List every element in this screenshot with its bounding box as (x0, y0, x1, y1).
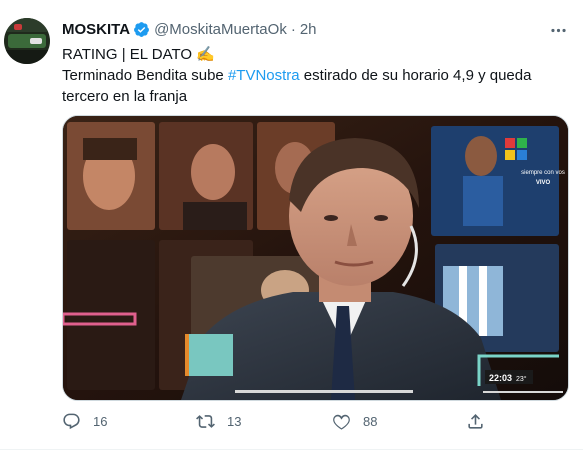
avatar-art (4, 18, 50, 32)
tv-broadcast-frame: siempre con vos VIVO 22:03 23° (63, 116, 568, 400)
share-icon (468, 413, 483, 429)
user-handle[interactable]: @MoskitaMuertaOk (154, 21, 287, 38)
tweet[interactable]: MOSKITA @MoskitaMuertaOk · 2h RATING | E… (0, 0, 583, 450)
verified-badge-icon (134, 21, 149, 37)
separator-dot: · (290, 20, 296, 38)
tweet-text-fragment: Terminado Bendita sube (62, 67, 228, 84)
tweet-text: RATING | EL DATO ✍️ Terminado Bendita su… (62, 44, 562, 107)
retweet-icon (196, 414, 215, 428)
tweet-header: MOSKITA @MoskitaMuertaOk · 2h (62, 18, 317, 40)
reply-count: 16 (93, 413, 108, 429)
tweet-actions: 16 13 88 (62, 410, 542, 432)
avatar-art (30, 38, 42, 44)
broadcast-temperature: 23° (516, 375, 527, 383)
tweet-text-line: tercero en la franja (62, 88, 188, 105)
retweet-count: 13 (227, 413, 242, 429)
like-button[interactable]: 88 (332, 410, 377, 432)
avatar-art (14, 24, 22, 30)
tweet-media-image[interactable]: siempre con vos VIVO 22:03 23° (62, 115, 569, 401)
display-name[interactable]: MOSKITA (62, 21, 130, 38)
like-count: 88 (363, 413, 378, 429)
channel-slogan-line1: siempre con vos (521, 170, 565, 176)
more-options-button[interactable] (548, 20, 568, 40)
tweet-text-fragment: estirado de su horario 4,9 y queda (299, 67, 532, 84)
more-options-icon (550, 28, 566, 32)
channel-live-label: VIVO (536, 180, 551, 186)
timestamp[interactable]: 2h (300, 21, 317, 38)
like-icon (333, 414, 350, 430)
tweet-text-line: Terminado Bendita sube #TVNostra estirad… (62, 65, 562, 86)
avatar-art (4, 50, 50, 64)
broadcast-clock: 22:03 (489, 373, 512, 383)
retweet-button[interactable]: 13 (196, 410, 241, 432)
tweet-text-line: RATING | EL DATO ✍️ (62, 46, 215, 63)
reply-button[interactable]: 16 (62, 410, 107, 432)
avatar[interactable] (4, 18, 50, 64)
share-button[interactable] (466, 410, 497, 432)
reply-icon (63, 413, 80, 429)
hashtag-link[interactable]: #TVNostra (228, 67, 300, 84)
